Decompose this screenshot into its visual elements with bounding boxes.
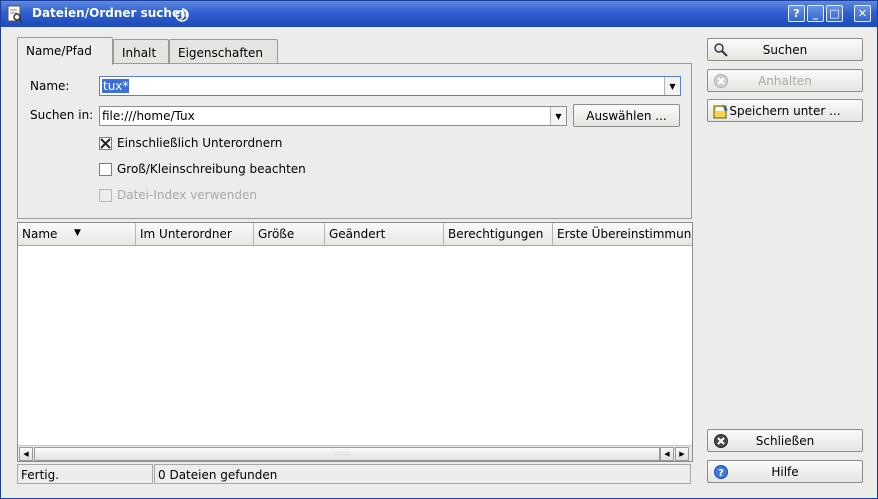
sort-descending-icon: ▼ (74, 228, 81, 238)
scroll-right-icon[interactable]: ▶ (675, 447, 689, 461)
chevron-down-icon[interactable]: ▼ (664, 77, 680, 95)
swirl-icon (175, 8, 189, 22)
tab-content[interactable]: Inhalt (113, 39, 169, 65)
name-combobox[interactable]: tux* ▼ (99, 76, 681, 96)
save-as-button-label: Speichern unter ... (729, 103, 841, 118)
tab-name-path[interactable]: Name/Pfad (17, 37, 113, 65)
help-title-button[interactable]: ? (788, 5, 805, 22)
horizontal-scrollbar[interactable]: ◀ ::::: ◀ ▶ (18, 445, 692, 461)
tab-label: Name/Pfad (26, 44, 92, 58)
window-title: Dateien/Ordner suchen (32, 6, 189, 20)
column-label: Name (22, 227, 58, 241)
maximize-button[interactable]: □ (826, 5, 843, 22)
column-header-first-match[interactable]: Erste Übereinstimmung (553, 223, 692, 245)
status-state: Fertig. (17, 464, 153, 484)
tab-label: Eigenschaften (178, 46, 264, 60)
name-value[interactable]: tux* (102, 79, 130, 93)
column-header-subfolder[interactable]: Im Unterordner (136, 223, 254, 245)
results-list[interactable]: Name ▼ Im Unterordner Größe Geändert Ber… (17, 222, 693, 462)
scroll-left-icon[interactable]: ◀ (660, 447, 674, 461)
column-header-name[interactable]: Name ▼ (18, 223, 136, 245)
scroll-left-icon[interactable]: ◀ (19, 447, 33, 461)
include-subfolders-label: Einschließlich Unterordnern (117, 136, 283, 150)
stop-icon (714, 74, 728, 88)
use-file-index-checkbox (99, 189, 112, 202)
case-sensitive-checkbox[interactable] (99, 163, 112, 176)
status-count: 0 Dateien gefunden (154, 464, 691, 484)
checkmark-icon (100, 138, 111, 149)
column-header-permissions[interactable]: Berechtigungen (444, 223, 553, 245)
search-button[interactable]: Suchen (707, 38, 863, 61)
search-in-label: Suchen in: (30, 108, 94, 122)
stop-button: Anhalten (707, 69, 863, 92)
tab-properties[interactable]: Eigenschaften (169, 39, 278, 65)
browse-button[interactable]: Auswählen ... (573, 104, 680, 127)
help-button[interactable]: ? Hilfe (707, 460, 863, 483)
search-in-combobox[interactable]: file:///home/Tux ▼ (99, 106, 567, 126)
tab-label: Inhalt (122, 46, 157, 60)
name-path-panel: Name: tux* ▼ Suchen in: file:///home/Tux… (17, 63, 692, 219)
close-button-label: Schließen (755, 433, 815, 448)
save-as-button[interactable]: Speichern unter ... (707, 99, 863, 122)
close-button[interactable]: Schließen (707, 429, 863, 452)
search-button-label: Suchen (762, 42, 808, 57)
close-icon (714, 434, 728, 448)
column-header-modified[interactable]: Geändert (325, 223, 444, 245)
case-sensitive-label: Groß/Kleinschreibung beachten (117, 162, 306, 176)
svg-text:?: ? (718, 468, 724, 479)
help-button-label: Hilfe (771, 464, 799, 479)
include-subfolders-checkbox[interactable] (99, 137, 112, 150)
stop-button-label: Anhalten (758, 73, 812, 88)
scrollbar-thumb[interactable]: ::::: (34, 447, 660, 461)
grip-icon: ::::: (335, 450, 351, 457)
minimize-button[interactable]: _ (807, 5, 824, 22)
results-header: Name ▼ Im Unterordner Größe Geändert Ber… (18, 223, 692, 246)
use-file-index-label: Datei-Index verwenden (117, 188, 258, 202)
search-icon (714, 43, 728, 57)
name-label: Name: (30, 79, 70, 93)
chevron-down-icon[interactable]: ▼ (550, 107, 566, 125)
close-window-button[interactable]: ✕ (854, 5, 871, 22)
search-in-value[interactable]: file:///home/Tux (102, 109, 195, 123)
save-icon (713, 104, 728, 119)
title-bar[interactable]: Dateien/Ordner suchen ? _ □ ✕ (1, 1, 877, 27)
find-files-dialog: Dateien/Ordner suchen ? _ □ ✕ Name/Pfad … (0, 0, 878, 499)
find-document-icon (7, 5, 23, 23)
column-header-size[interactable]: Größe (254, 223, 325, 245)
help-icon: ? (714, 465, 728, 479)
